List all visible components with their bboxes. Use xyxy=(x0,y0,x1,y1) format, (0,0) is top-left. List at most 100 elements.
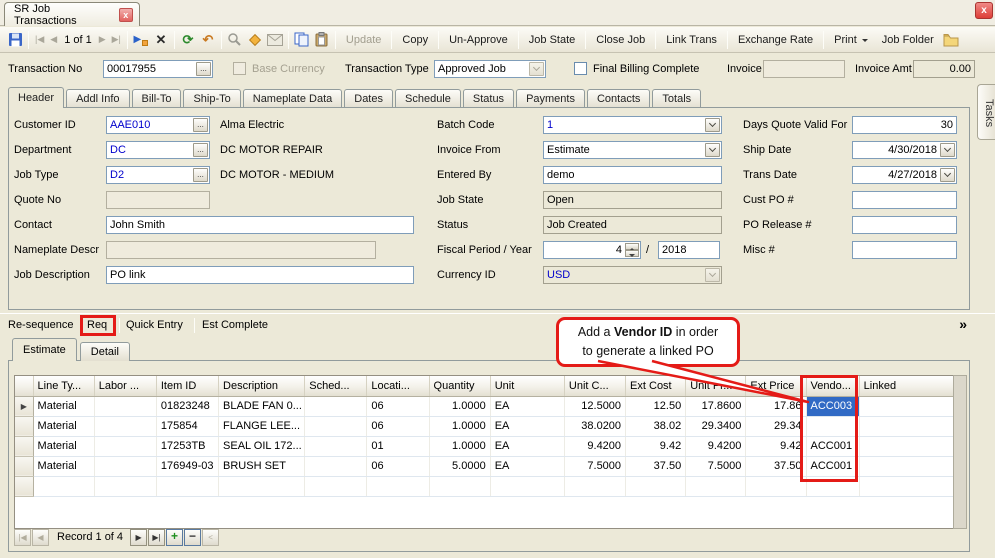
invoice-from-dropdown-icon[interactable] xyxy=(705,143,720,157)
cell-ext-price[interactable]: 29.34 xyxy=(746,416,806,436)
cell-sched[interactable] xyxy=(305,396,367,416)
cust-po-field[interactable] xyxy=(852,191,957,209)
scroll-left-button[interactable]: < xyxy=(202,529,219,546)
col-ext-price[interactable]: Ext Price xyxy=(746,376,806,396)
transaction-type-combo[interactable]: Approved Job xyxy=(434,60,546,78)
paste-button[interactable] xyxy=(312,30,332,50)
link-trans-button[interactable]: Link Trans xyxy=(659,30,724,50)
delete-button[interactable]: ✕ xyxy=(151,30,171,50)
add-row-button[interactable]: + xyxy=(166,529,183,546)
nav-last-button[interactable]: ▶| xyxy=(148,529,165,546)
transaction-no-lookup-icon[interactable]: ... xyxy=(196,62,211,76)
cell-linked[interactable] xyxy=(859,456,958,476)
tab-ship-to[interactable]: Ship-To xyxy=(183,89,240,108)
cell-unit-price[interactable]: 9.4200 xyxy=(686,436,746,456)
final-billing-checkbox[interactable] xyxy=(574,62,587,75)
last-record-button[interactable]: ▶| xyxy=(109,34,124,45)
tab-schedule[interactable]: Schedule xyxy=(395,89,461,108)
job-description-field[interactable]: PO link xyxy=(106,266,414,284)
close-job-button[interactable]: Close Job xyxy=(589,30,652,50)
cell-ext-cost[interactable]: 37.50 xyxy=(626,456,686,476)
po-release-field[interactable] xyxy=(852,216,957,234)
trans-date-dropdown-icon[interactable] xyxy=(940,168,955,182)
cell-unit[interactable]: EA xyxy=(490,436,564,456)
invoice-field[interactable] xyxy=(763,60,845,78)
cell-ext-price[interactable]: 17.86 xyxy=(746,396,806,416)
days-quote-field[interactable]: 30 xyxy=(852,116,957,134)
preview-button[interactable] xyxy=(225,30,245,50)
cell-unit-price[interactable]: 7.5000 xyxy=(686,456,746,476)
grid-vertical-scrollbar[interactable] xyxy=(953,375,967,529)
next-record-button[interactable]: ▶ xyxy=(96,34,109,45)
contact-field[interactable]: John Smith xyxy=(106,216,414,234)
batch-code-combo[interactable]: 1 xyxy=(543,116,722,134)
un-approve-button[interactable]: Un-Approve xyxy=(442,30,515,50)
cell-ext-cost[interactable]: 12.50 xyxy=(626,396,686,416)
col-ext-cost[interactable]: Ext Cost xyxy=(626,376,686,396)
quote-no-field[interactable] xyxy=(106,191,210,209)
delete-row-button[interactable]: − xyxy=(184,529,201,546)
cell-location[interactable]: 06 xyxy=(367,416,429,436)
refresh-button[interactable]: ⟳ xyxy=(178,30,198,50)
batch-code-dropdown-icon[interactable] xyxy=(705,118,720,132)
quick-entry-button[interactable]: Quick Entry xyxy=(126,317,183,334)
cell-item-id[interactable]: 01823248 xyxy=(156,396,218,416)
col-sched[interactable]: Sched... xyxy=(305,376,367,396)
currency-id-combo[interactable]: USD xyxy=(543,266,722,284)
cell-unit-price[interactable]: 29.3400 xyxy=(686,416,746,436)
exchange-rate-button[interactable]: Exchange Rate xyxy=(731,30,820,50)
col-unit-cost[interactable]: Unit C... xyxy=(564,376,625,396)
cell-description[interactable]: SEAL OIL 172... xyxy=(219,436,305,456)
tab-totals[interactable]: Totals xyxy=(652,89,701,108)
re-sequence-button[interactable]: Re-sequence xyxy=(8,317,73,334)
est-complete-button[interactable]: Est Complete xyxy=(202,317,268,334)
tab-status[interactable]: Status xyxy=(463,89,514,108)
tab-addl-info[interactable]: Addl Info xyxy=(66,89,129,108)
cell-sched[interactable] xyxy=(305,416,367,436)
ship-date-dropdown-icon[interactable] xyxy=(940,143,955,157)
cell-linked[interactable] xyxy=(859,396,958,416)
cell-line-type[interactable]: Material xyxy=(33,396,94,416)
cell-line-type[interactable]: Material xyxy=(33,456,94,476)
cell-ext-cost[interactable]: 9.42 xyxy=(626,436,686,456)
cell-item-id[interactable]: 17253TB xyxy=(156,436,218,456)
department-lookup-icon[interactable]: ... xyxy=(193,143,208,157)
cell-labor[interactable] xyxy=(94,436,156,456)
window-close-button[interactable]: x xyxy=(975,2,993,19)
cell-sched[interactable] xyxy=(305,436,367,456)
base-currency-checkbox[interactable] xyxy=(233,62,246,75)
copy-record-button[interactable] xyxy=(292,30,312,50)
tab-header[interactable]: Header xyxy=(8,87,64,108)
cell-line-type[interactable]: Material xyxy=(33,416,94,436)
cell-ext-price[interactable]: 37.50 xyxy=(746,456,806,476)
customer-id-lookup-icon[interactable]: ... xyxy=(193,118,208,132)
tasks-side-tab[interactable]: Tasks xyxy=(977,84,995,140)
cell-labor[interactable] xyxy=(94,416,156,436)
col-unit-price[interactable]: Unit Pr... xyxy=(686,376,746,396)
job-folder-icon-button[interactable] xyxy=(941,30,961,50)
cell-ext-price[interactable]: 9.42 xyxy=(746,436,806,456)
col-quantity[interactable]: Quantity xyxy=(429,376,490,396)
tab-dates[interactable]: Dates xyxy=(344,89,393,108)
fiscal-period-spinner[interactable] xyxy=(625,243,639,257)
undo-button[interactable]: ↶ xyxy=(198,30,218,50)
tab-contacts[interactable]: Contacts xyxy=(587,89,650,108)
cell-quantity[interactable]: 1.0000 xyxy=(429,396,490,416)
cell-location[interactable]: 06 xyxy=(367,456,429,476)
copy-button[interactable]: Copy xyxy=(395,30,435,50)
tab-nameplate-data[interactable]: Nameplate Data xyxy=(243,89,343,108)
department-field[interactable]: DC ... xyxy=(106,141,210,159)
cell-unit-cost[interactable]: 7.5000 xyxy=(564,456,625,476)
trans-date-field[interactable]: 4/27/2018 xyxy=(852,166,957,184)
col-unit[interactable]: Unit xyxy=(490,376,564,396)
cell-location[interactable]: 01 xyxy=(367,436,429,456)
cell-unit[interactable]: EA xyxy=(490,416,564,436)
cell-item-id[interactable]: 175854 xyxy=(156,416,218,436)
cell-unit-cost[interactable]: 9.4200 xyxy=(564,436,625,456)
cell-location[interactable]: 06 xyxy=(367,396,429,416)
nameplate-descr-field[interactable] xyxy=(106,241,376,259)
fiscal-period-field[interactable]: 4 xyxy=(543,241,641,259)
fiscal-year-field[interactable]: 2018 xyxy=(658,241,720,259)
cell-sched[interactable] xyxy=(305,456,367,476)
cell-description[interactable]: BLADE FAN 0... xyxy=(219,396,305,416)
